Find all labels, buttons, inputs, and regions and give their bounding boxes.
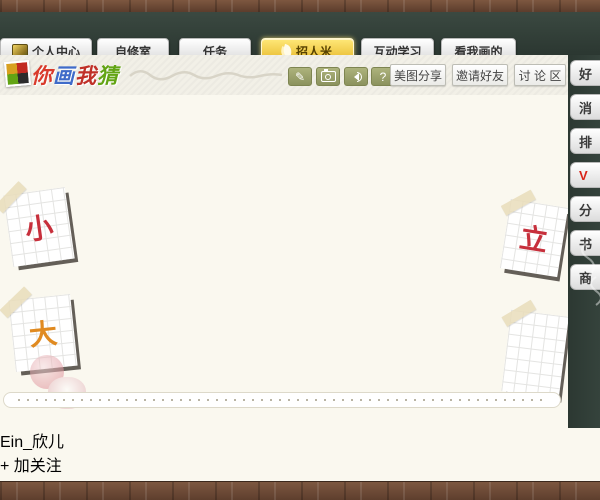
toolbtn-label: 讨 论 区 (518, 68, 562, 83)
draw-pencil-button[interactable]: ✎ (288, 67, 312, 86)
screenshot-camera-button[interactable] (316, 67, 340, 86)
side-vip-button[interactable]: V (570, 162, 600, 188)
side-label: 排 (579, 134, 593, 150)
tape-decoration (0, 286, 32, 318)
camera-icon (320, 69, 336, 82)
user-name-link[interactable]: Ein_欣儿 (0, 428, 600, 452)
follow-user-card: Ein_欣儿 + 加关注 (0, 428, 600, 476)
side-label: 好 (579, 66, 593, 82)
pencil-icon: ✎ (294, 69, 306, 84)
wood-border-bottom (0, 481, 600, 500)
side-label: V (579, 167, 588, 183)
share-pictures-button[interactable]: 美图分享 (390, 64, 446, 86)
bottom-dotted-bar (3, 392, 561, 408)
toolbtn-label: 美图分享 (393, 68, 442, 83)
main-nav-bar: 个人中心 自修室 任务 招人米 互动学习 看我画的 (0, 12, 600, 64)
side-share-button[interactable]: 分 (570, 196, 600, 222)
logo-char: 猜 (97, 65, 119, 88)
grid-note-blank (501, 299, 569, 399)
invite-friends-button[interactable]: 邀请好友 (452, 64, 508, 86)
note-character: 小 (23, 212, 56, 247)
help-icon: ? (379, 69, 387, 84)
side-friends-button[interactable]: 好 (570, 60, 600, 86)
sound-toggle-button[interactable] (344, 67, 368, 86)
app-window: 个人中心 自修室 任务 招人米 互动学习 看我画的 你画我猜 ✎ ? 美图分享 … (0, 0, 600, 500)
grid-note-small: 小 (0, 181, 75, 267)
tape-decoration (501, 299, 537, 327)
side-label: 分 (579, 202, 593, 218)
side-label: 消 (579, 100, 593, 116)
flower-pot-decoration (566, 330, 600, 428)
logo-char: 你 (31, 65, 53, 88)
grid-note-li: 立 (499, 189, 569, 278)
tape-decoration (500, 189, 536, 216)
note-character: 大 (27, 318, 59, 353)
game-logo-title: 你画我猜 (31, 60, 119, 90)
discussion-board-button[interactable]: 讨 论 区 (514, 64, 566, 86)
chalk-doodle (581, 241, 600, 306)
follow-button[interactable]: + 加关注 (0, 458, 62, 475)
logo-char: 我 (75, 65, 97, 88)
speaker-icon (350, 71, 362, 82)
side-messages-button[interactable]: 消 (570, 94, 600, 120)
note-character: 立 (517, 222, 550, 258)
toolbtn-label: 邀请好友 (455, 68, 504, 83)
side-ranking-button[interactable]: 排 (570, 128, 600, 154)
chalk-squiggle-decoration (129, 70, 283, 81)
wood-border-top (0, 0, 600, 12)
logo-char: 画 (53, 65, 75, 88)
game-page-background: 小 大 立 (0, 95, 569, 428)
game-logo-icon (3, 59, 32, 88)
